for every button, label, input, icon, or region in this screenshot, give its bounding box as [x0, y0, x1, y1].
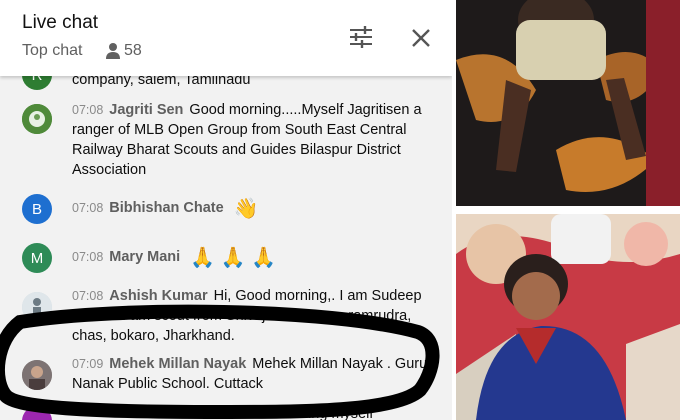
- person-icon: [106, 43, 120, 59]
- video-feed-top[interactable]: [456, 0, 680, 206]
- message-content: 07:08 Mary Mani 🙏 🙏 🙏: [72, 247, 442, 268]
- top-chat-selector[interactable]: Top chat: [22, 42, 82, 60]
- message-author[interactable]: Ashish Kumar: [109, 288, 207, 304]
- message-content: 07:08 Ashish Kumar Hi, Good morning,. I am…: [72, 286, 442, 346]
- avatar: M: [22, 243, 52, 273]
- message-text: ning myself: [300, 406, 374, 420]
- scout-girl-photo: [456, 214, 680, 420]
- viewer-count: 58: [124, 42, 142, 59]
- child-on-rug-photo: [456, 0, 680, 206]
- message-author[interactable]: Bibhishan Chate: [109, 200, 223, 216]
- chat-header: Live chat Top chat 58: [0, 0, 452, 76]
- avatar: B: [22, 194, 52, 224]
- live-chat-panel: Live chat Top chat 58 R company, salem, …: [0, 0, 452, 420]
- filter-icon[interactable]: [348, 26, 374, 48]
- avatar-image-icon: [22, 360, 52, 390]
- message-author[interactable]: Mehek Millan Nayak: [109, 356, 246, 372]
- close-icon[interactable]: [409, 26, 433, 50]
- message-time: 07:08: [72, 289, 104, 303]
- video-feed-bottom[interactable]: [456, 214, 680, 420]
- message-time: 07:09: [72, 357, 104, 371]
- message-time: 07:08: [72, 250, 104, 264]
- avatar-image-icon: [22, 104, 52, 134]
- praying-hands-emoji: 🙏 🙏 🙏: [190, 247, 277, 269]
- message-content: 07:09 Mehek Millan Nayak Mehek Millan Naya…: [72, 354, 442, 394]
- avatar: [22, 292, 52, 322]
- message-author[interactable]: Mary Mani: [109, 249, 180, 265]
- chat-title: Live chat: [22, 12, 99, 33]
- avatar: [22, 406, 52, 420]
- message-author[interactable]: Jagriti Sen: [109, 102, 183, 118]
- message-time: 07:08: [72, 103, 104, 117]
- avatar: [22, 104, 52, 134]
- message-time: 07:08: [72, 201, 104, 215]
- avatar: [22, 360, 52, 390]
- message-content: 07:08 Bibhishan Chate 👋: [72, 198, 442, 219]
- message-content: 07:08 Jagriti Sen Good morning.....Myself …: [72, 100, 442, 180]
- waving-hand-emoji: 👋: [233, 198, 259, 220]
- avatar-image-icon: [22, 292, 52, 322]
